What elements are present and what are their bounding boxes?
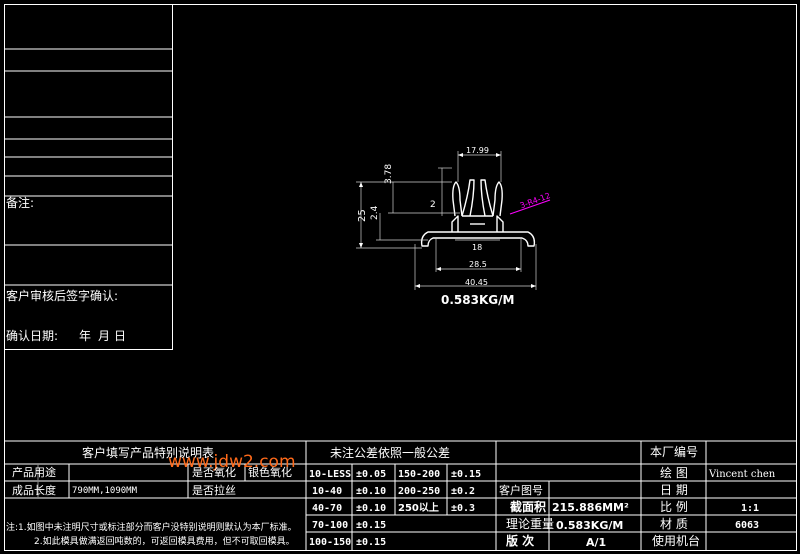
brushed-question: 是否拉丝 (192, 484, 236, 497)
confirm-date-label: 确认日期: (6, 329, 59, 343)
tol-cell: 70-100 (312, 520, 349, 531)
tol-cell: 150-200 (398, 469, 441, 480)
date-unit-month: 月 (98, 329, 111, 343)
dim-width-4045: 40.45 (465, 278, 488, 287)
tol-cell: ±0.15 (356, 537, 387, 548)
scale-label: 比 例 (660, 500, 688, 514)
customer-drawing-no-label: 客户图号 (499, 484, 543, 497)
theory-weight-value: 0.583KG/M (556, 519, 624, 532)
version-value: A/1 (586, 536, 607, 549)
dim-inner-18: 18 (472, 243, 483, 252)
tol-cell: 10-40 (312, 486, 343, 497)
oxidize-question: 是否氧化 (192, 466, 236, 479)
drawn-label: 绘 图 (660, 466, 688, 480)
tol-cell: 40-70 (312, 503, 343, 514)
dim-height-2: 2 (430, 200, 436, 210)
silver-oxidize-question: 银色氧化 (248, 466, 292, 479)
date-label: 日 期 (660, 483, 688, 497)
note-line-1: 注:1.如图中未注明尺寸或标注部分而客户没特别说明则默认为本厂标准。 (6, 523, 297, 533)
tol-cell: ±0.10 (356, 503, 387, 514)
product-length-value: 790MM,1090MM (72, 486, 138, 496)
tol-cell: ±0.15 (451, 469, 482, 480)
section-area-label: 截面积 (510, 500, 547, 514)
material-value: 6063 (735, 520, 760, 531)
dim-height-378: 3.78 (384, 163, 394, 184)
tol-cell: 10-LESS (309, 469, 352, 480)
remark-label: 备注: (6, 196, 35, 210)
tol-cell: 100-150 (309, 537, 352, 548)
dim-width-285: 28.5 (469, 260, 487, 269)
tol-cell: ±0.2 (451, 486, 476, 497)
theory-weight-label: 理论重量 (506, 517, 555, 531)
date-unit-day: 日 (114, 329, 127, 343)
dim-height-24: 2.4 (370, 205, 380, 220)
drawn-value: Vincent chen (709, 469, 776, 480)
note-line-2: 2.如此模具做满返回吨数的，可返回模具费用，但不可取回模具。 (34, 537, 295, 547)
tol-cell: 200-250 (398, 486, 441, 497)
scale-value: 1:1 (741, 503, 760, 514)
tol-cell: ±0.10 (356, 486, 387, 497)
version-label: 版 次 (506, 534, 535, 548)
product-use-label: 产品用途 (12, 466, 56, 479)
factory-no-label: 本厂编号 (650, 445, 699, 459)
section-area-value: 215.886MM² (552, 501, 629, 514)
product-length-label: 成品长度 (12, 484, 56, 497)
dim-height-25: 25 (357, 209, 368, 222)
date-unit-year: 年 (79, 329, 92, 343)
material-label: 材 质 (660, 517, 688, 531)
tolerance-title: 未注公差依照一般公差 (330, 446, 451, 460)
tol-cell: 250以上 (398, 503, 439, 514)
tol-cell: ±0.3 (451, 503, 476, 514)
weight-caption: 0.583KG/M (441, 293, 515, 307)
dim-top-width: 17.99 (466, 146, 489, 155)
tol-cell: ±0.05 (356, 469, 387, 480)
customer-confirm-label: 客户审核后签字确认: (6, 289, 119, 303)
tol-cell: ±0.15 (356, 520, 387, 531)
machine-label: 使用机台 (652, 534, 701, 548)
